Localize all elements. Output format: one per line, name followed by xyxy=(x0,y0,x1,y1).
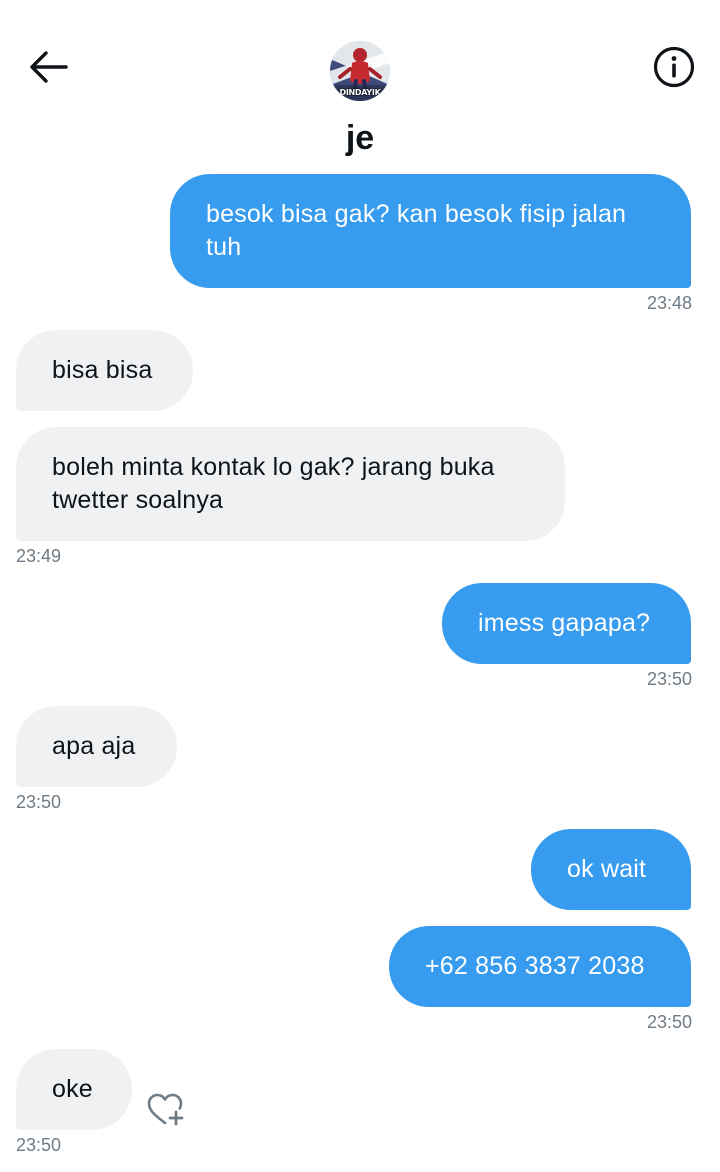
message-bubble-outgoing[interactable]: besok bisa gak? kan besok fisip jalan tu… xyxy=(170,174,691,288)
back-button[interactable] xyxy=(24,46,72,92)
message-timestamp: 23:49 xyxy=(16,546,62,566)
message-bubble-outgoing[interactable]: imess gapapa? xyxy=(442,583,691,664)
message-bubble-incoming[interactable]: bisa bisa xyxy=(16,330,193,411)
message-bubble-incoming[interactable]: oke xyxy=(16,1049,132,1130)
message-bubble-outgoing[interactable]: +62 856 3837 2038 xyxy=(389,926,691,1007)
conversation-header: DINDAYIK je xyxy=(0,0,720,170)
message-timestamp: 23:50 xyxy=(646,1012,692,1032)
message-timestamp: 23:50 xyxy=(646,669,692,689)
message-bubble-incoming[interactable]: boleh minta kontak lo gak? jarang buka t… xyxy=(16,427,565,541)
avatar-caption: DINDAYIK xyxy=(339,88,381,97)
add-reaction-button[interactable] xyxy=(144,1092,188,1132)
avatar[interactable]: DINDAYIK xyxy=(330,41,390,101)
message-bubble-incoming[interactable]: apa aja xyxy=(16,706,177,787)
heart-plus-icon xyxy=(146,1092,186,1133)
message-timestamp: 23:50 xyxy=(16,1135,62,1155)
message-timestamp: 23:48 xyxy=(646,293,692,313)
arrow-left-icon xyxy=(28,50,68,89)
info-button[interactable] xyxy=(650,46,698,92)
message-bubble-outgoing[interactable]: ok wait xyxy=(531,829,691,910)
conversation-title[interactable]: je xyxy=(0,116,720,160)
info-icon xyxy=(653,46,695,93)
message-timestamp: 23:50 xyxy=(16,792,62,812)
